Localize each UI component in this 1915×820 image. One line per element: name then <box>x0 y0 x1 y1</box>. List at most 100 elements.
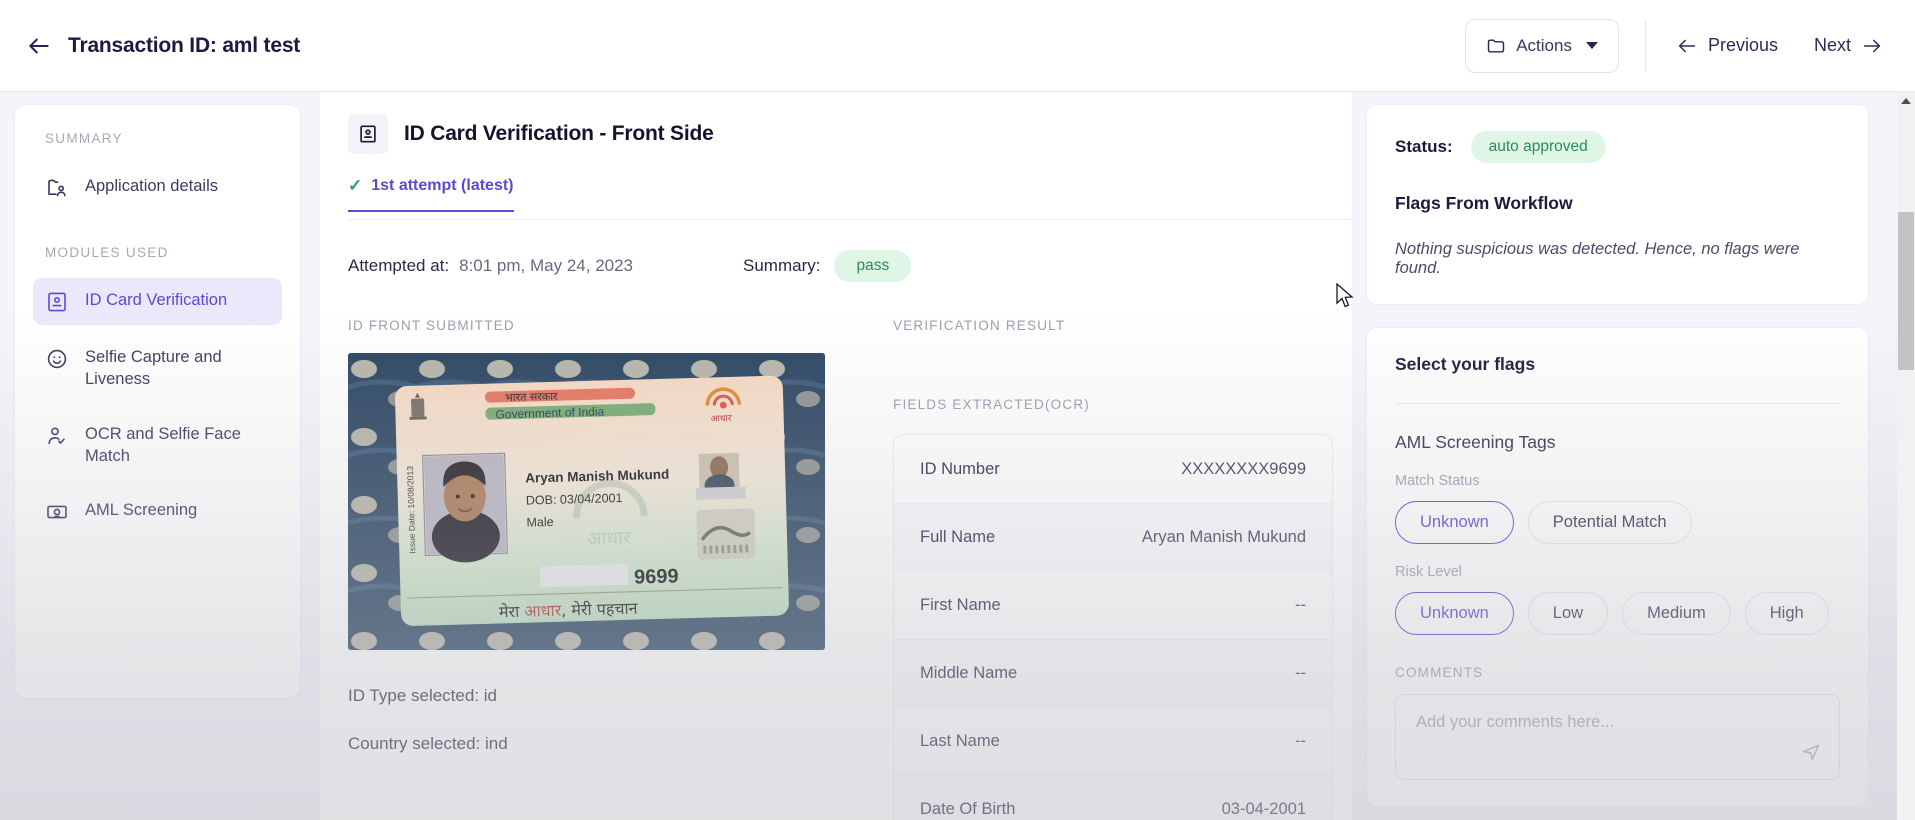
toolbar-divider <box>1644 19 1646 72</box>
id-card-icon <box>348 114 388 154</box>
row-value: -- <box>1295 664 1306 682</box>
sidebar-item-selfie-capture-and-liveness[interactable]: Selfie Capture and Liveness <box>33 335 282 402</box>
caret-up-icon <box>1901 98 1911 104</box>
sidebar-item-label: AML Screening <box>85 501 198 520</box>
chip-risk-level-high[interactable]: High <box>1744 592 1829 635</box>
flags-from-workflow-heading: Flags From Workflow <box>1395 193 1573 213</box>
row-key: Middle Name <box>920 664 1018 682</box>
scrollbar-thumb[interactable] <box>1898 212 1914 370</box>
arrow-left-icon <box>1678 39 1696 52</box>
sidebar-item-id-card-verification[interactable]: ID Card Verification <box>33 278 282 325</box>
chevron-down-icon <box>1585 42 1598 49</box>
sidebar-item-ocr-and-selfie-face-match[interactable]: OCR and Selfie Face Match <box>33 412 282 479</box>
summary-label: Summary: <box>743 256 821 275</box>
chip-risk-level-low[interactable]: Low <box>1527 592 1609 635</box>
chip-match-status-unknown[interactable]: Unknown <box>1395 501 1514 544</box>
row-key: Last Name <box>920 732 1000 750</box>
chip-risk-level-unknown[interactable]: Unknown <box>1395 592 1514 635</box>
tab-label: 1st attempt (latest) <box>371 177 514 194</box>
row-value: XXXXXXXX9699 <box>1181 459 1306 478</box>
app-root: Transaction ID: aml test Actions Previou… <box>0 0 1915 820</box>
svg-text:आधार: आधार <box>711 414 732 425</box>
tab-first-attempt[interactable]: ✓ 1st attempt (latest) <box>348 176 514 212</box>
center-header: ID Card Verification - Front Side <box>320 92 1352 154</box>
id-front-image[interactable]: भारत सरकार Government of India आधार Issu… <box>348 353 825 650</box>
scroll-up-button[interactable] <box>1897 92 1915 110</box>
sidebar-item-label: Selfie Capture and Liveness <box>85 348 222 389</box>
next-button[interactable]: Next <box>1810 29 1887 63</box>
id-card-icon <box>45 290 69 314</box>
table-row: Full Name Aryan Manish Mukund <box>894 503 1332 571</box>
status-line: Status: auto approved <box>1395 131 1840 163</box>
fields-extracted-caption: FIELDS EXTRACTED(OCR) <box>893 397 1090 412</box>
row-value: 03-04-2001 <box>1221 800 1306 818</box>
summary-status-badge: pass <box>834 250 912 282</box>
folder-icon <box>1487 38 1505 53</box>
id-front-caption: ID FRONT SUBMITTED <box>348 318 515 333</box>
next-button-label: Next <box>1813 35 1851 55</box>
top-bar-actions: Actions Previous Next <box>1465 0 1915 91</box>
select-flags-card: Select your flags AML Screening Tags Mat… <box>1366 327 1869 807</box>
row-key: ID Number <box>920 459 1000 478</box>
country-label: Country selected: <box>348 734 481 753</box>
chip-risk-level-medium[interactable]: Medium <box>1622 592 1731 635</box>
id-type-value: id <box>483 686 498 705</box>
folder-user-icon <box>45 176 69 200</box>
table-row: ID Number XXXXXXXX9699 <box>894 435 1332 503</box>
sidebar-item-label: Application details <box>85 177 218 195</box>
mouse-cursor <box>1336 282 1356 316</box>
send-icon[interactable] <box>1801 742 1821 767</box>
row-value: -- <box>1295 596 1306 614</box>
camera-icon <box>45 500 69 524</box>
table-row: Date Of Birth 03-04-2001 <box>894 775 1332 820</box>
back-button[interactable] <box>22 29 56 63</box>
previous-button[interactable]: Previous <box>1672 29 1782 63</box>
sidebar-item-label: ID Card Verification <box>85 291 228 309</box>
attempted-at-value: 8:01 pm, May 24, 2023 <box>459 256 634 275</box>
select-your-flags-heading: Select your flags <box>1395 354 1536 374</box>
id-type-selected-line: ID Type selected: id <box>348 686 883 706</box>
center-columns: ID FRONT SUBMITTED भारत सरकार Government… <box>320 318 1352 820</box>
arrow-left-icon <box>29 38 49 53</box>
svg-text:9699: 9699 <box>634 565 679 588</box>
arrow-right-icon <box>1863 39 1881 52</box>
attempted-at-label: Attempted at: <box>348 256 450 275</box>
row-value: Aryan Manish Mukund <box>1141 528 1306 546</box>
comments-caption: COMMENTS <box>1395 665 1484 680</box>
page-scrollbar[interactable] <box>1897 92 1915 820</box>
actions-button[interactable]: Actions <box>1465 18 1619 73</box>
row-value: -- <box>1295 732 1306 750</box>
top-bar: Transaction ID: aml test Actions Previou… <box>0 0 1915 92</box>
center-title: ID Card Verification - Front Side <box>404 122 714 145</box>
check-icon: ✓ <box>348 176 363 195</box>
status-label: Status: <box>1395 137 1453 156</box>
id-type-label: ID Type selected: <box>348 686 480 705</box>
aml-screening-tags-heading: AML Screening Tags <box>1395 432 1556 452</box>
svg-text:मेरा आधार, मेरी पहचान: मेरा आधार, मेरी पहचान <box>499 599 639 622</box>
svg-text:भारत सरकार: भारत सरकार <box>505 390 558 404</box>
sidebar-section-modules: MODULES USED <box>45 245 169 260</box>
center-panel: ID Card Verification - Front Side ✓ 1st … <box>320 92 1352 820</box>
country-value: ind <box>485 734 508 753</box>
aadhaar-card-photo: भारत सरकार Government of India आधार Issu… <box>348 353 825 650</box>
chip-match-status-potential-match[interactable]: Potential Match <box>1527 501 1692 544</box>
risk-level-chip-group: Unknown Low Medium High <box>1395 592 1840 635</box>
sidebar-item-label: OCR and Selfie Face Match <box>85 424 241 465</box>
match-status-chip-group: Unknown Potential Match <box>1395 501 1840 544</box>
sidebar-item-aml-screening[interactable]: AML Screening <box>33 488 282 535</box>
row-key: Full Name <box>920 528 996 546</box>
actions-button-label: Actions <box>1516 35 1572 55</box>
country-selected-line: Country selected: ind <box>348 734 883 754</box>
sidebar-item-application-details[interactable]: Application details <box>33 164 282 211</box>
attempt-tab-row: ✓ 1st attempt (latest) <box>348 176 1352 220</box>
comments-input[interactable]: Add your comments here... <box>1395 694 1840 780</box>
table-row: Last Name -- <box>894 707 1332 775</box>
verification-result-caption: VERIFICATION RESULT <box>893 318 1066 333</box>
user-check-icon <box>45 424 69 448</box>
body-wrap: SUMMARY Application details MODULES USED <box>0 92 1915 820</box>
risk-level-label: Risk Level <box>1395 564 1462 580</box>
right-panel: Status: auto approved Flags From Workflo… <box>1366 104 1869 807</box>
svg-text:DOB: 03/04/2001: DOB: 03/04/2001 <box>526 491 623 508</box>
table-row: Middle Name -- <box>894 639 1332 707</box>
previous-button-label: Previous <box>1707 35 1778 55</box>
